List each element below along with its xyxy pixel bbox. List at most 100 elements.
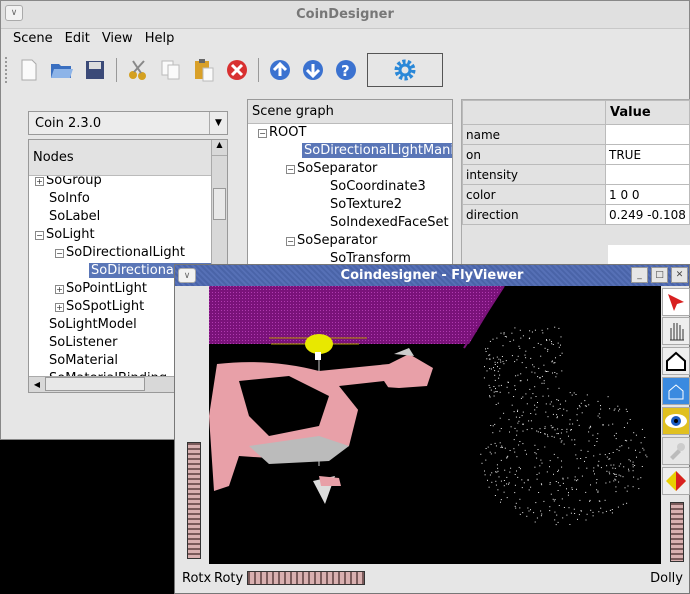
flyviewer-title: Coindesigner - FlyViewer <box>340 268 524 283</box>
cow-model <box>209 348 433 491</box>
projection-cube-icon <box>666 471 686 491</box>
pick-arrow-icon <box>668 294 684 311</box>
gear-icon <box>394 59 416 81</box>
menu-help[interactable]: Help <box>139 29 181 51</box>
scroll-left-icon[interactable]: ◀ <box>29 377 45 392</box>
scroll-thumb[interactable] <box>213 188 226 220</box>
table-row: color 1 0 0 <box>462 184 690 205</box>
minimize-button[interactable]: _ <box>631 267 648 283</box>
help-button[interactable]: ? <box>331 55 361 85</box>
maximize-button[interactable]: □ <box>651 267 668 283</box>
combo-value: Coin 2.3.0 <box>35 116 102 131</box>
roty-thumbwheel[interactable] <box>247 571 365 585</box>
toolbar-separator <box>258 58 259 82</box>
nodes-header: Nodes <box>29 140 213 176</box>
paste-button[interactable] <box>189 55 219 85</box>
delete-button[interactable] <box>222 55 252 85</box>
directional-light-manip <box>305 334 333 354</box>
menu-view[interactable]: View <box>96 29 139 51</box>
tree-node[interactable]: SoDirectionalLightManip <box>258 142 452 160</box>
open-button[interactable] <box>47 55 77 85</box>
copy-button[interactable] <box>156 55 186 85</box>
value-column-header: Value <box>605 100 690 125</box>
set-home-button[interactable] <box>662 377 690 405</box>
property-table: Value name on TRUE intensity color 1 0 0 d… <box>461 99 690 269</box>
scene-tree: − ROOT SoDirectionalLightManip − SoSeparat… <box>258 124 452 268</box>
view-all-eye-icon <box>665 414 687 428</box>
scroll-up-icon[interactable]: ▲ <box>212 140 227 156</box>
3d-viewport[interactable] <box>209 286 661 564</box>
scroll-thumb[interactable] <box>45 377 145 391</box>
table-row: intensity <box>462 164 690 185</box>
hand-view-icon <box>670 323 684 341</box>
projection-button[interactable] <box>662 467 690 495</box>
copy-icon <box>161 60 180 80</box>
table-row: on TRUE <box>462 144 690 165</box>
set-home-icon <box>668 384 684 400</box>
cut-button[interactable] <box>123 55 153 85</box>
settings-button[interactable] <box>367 53 443 87</box>
table-row: direction 0.249 -0.108 <box>462 204 690 225</box>
tree-node[interactable]: − ROOT <box>258 124 452 142</box>
scene-render <box>209 286 648 526</box>
rotx-thumbwheel[interactable] <box>187 442 201 559</box>
help-icon: ? <box>336 60 356 80</box>
window-title: CoinDesigner <box>296 7 394 22</box>
cut-icon <box>129 60 146 80</box>
title-bar: ∨ CoinDesigner <box>1 1 689 29</box>
list-item[interactable]: SoInfo <box>35 190 227 208</box>
list-item[interactable]: − SoDirectionalLight <box>35 244 227 262</box>
view-all-button[interactable] <box>662 407 690 435</box>
purple-floor-plane <box>209 286 504 344</box>
bunny-point-cloud <box>480 326 648 526</box>
chevron-down-icon[interactable]: ▼ <box>209 112 227 134</box>
field-name: direction <box>462 204 606 225</box>
table-row: name <box>462 124 690 145</box>
list-item[interactable]: − SoLight <box>35 226 227 244</box>
home-button[interactable] <box>662 347 690 375</box>
move-down-icon <box>303 60 323 80</box>
field-name: color <box>462 184 606 205</box>
key-column-header <box>462 100 606 125</box>
tree-node[interactable]: SoCoordinate3 <box>258 178 452 196</box>
delete-icon <box>227 60 247 80</box>
menu-edit[interactable]: Edit <box>59 29 96 51</box>
field-name: name <box>462 124 606 145</box>
tree-node[interactable]: SoIndexedFaceSet <box>258 214 452 232</box>
field-value[interactable]: 0.249 -0.108 <box>605 204 690 225</box>
field-value[interactable] <box>605 124 690 145</box>
menu-scene[interactable]: Scene <box>7 29 59 51</box>
field-name: intensity <box>462 164 606 185</box>
seek-icon <box>670 443 685 460</box>
field-value[interactable]: 1 0 0 <box>605 184 690 205</box>
save-button[interactable] <box>80 55 110 85</box>
tree-node[interactable]: − SoSeparator <box>258 232 452 250</box>
field-name: on <box>462 144 606 165</box>
roty-label: Roty <box>214 571 244 586</box>
seek-button[interactable] <box>662 437 690 465</box>
home-icon <box>666 351 686 371</box>
view-mode-button[interactable] <box>662 317 690 345</box>
window-menu-button[interactable]: ∨ <box>178 268 196 283</box>
list-item[interactable]: SoLabel <box>35 208 227 226</box>
scene-graph-header: Scene graph <box>248 100 452 124</box>
move-up-button[interactable] <box>265 55 295 85</box>
move-up-icon <box>270 60 290 80</box>
move-down-button[interactable] <box>298 55 328 85</box>
new-button[interactable] <box>14 55 44 85</box>
field-value[interactable] <box>605 164 690 185</box>
svg-text:?: ? <box>341 62 350 80</box>
field-value[interactable]: TRUE <box>605 144 690 165</box>
flyviewer-title-bar: Coindesigner - FlyViewer <box>175 265 689 286</box>
coin-version-select[interactable]: Coin 2.3.0 ▼ <box>28 111 228 135</box>
toolbar-handle[interactable] <box>5 57 11 83</box>
toolbar-separator <box>116 58 117 82</box>
tree-node[interactable]: − SoSeparator <box>258 160 452 178</box>
scene-graph-panel[interactable]: Scene graph − ROOT SoDirectionalLightMani… <box>247 99 453 269</box>
tree-node[interactable]: SoTexture2 <box>258 196 452 214</box>
menu-bar: Scene Edit View Help <box>1 29 689 51</box>
dolly-thumbwheel[interactable] <box>670 502 684 562</box>
save-icon <box>86 61 104 79</box>
close-button[interactable]: ✕ <box>671 267 688 283</box>
pick-mode-button[interactable] <box>662 288 690 316</box>
